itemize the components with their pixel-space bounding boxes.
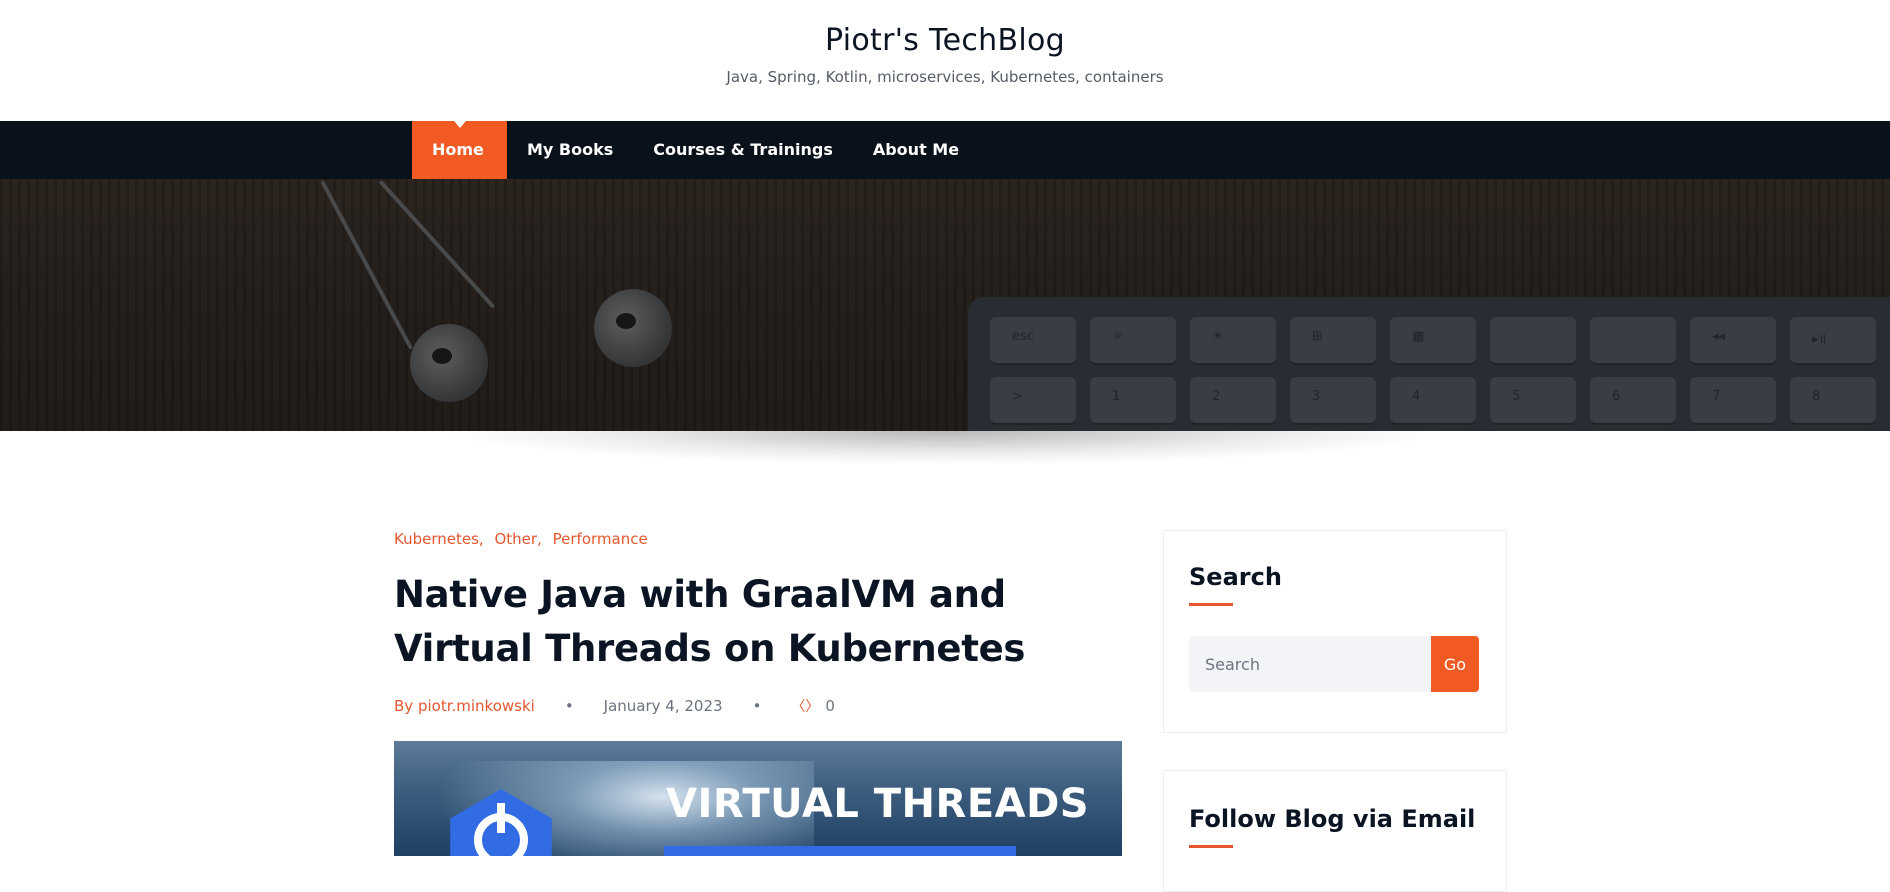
search-widget: Search Go: [1163, 530, 1507, 733]
category-separator: ,: [537, 530, 542, 548]
search-input[interactable]: [1189, 636, 1431, 692]
site-header: Piotr's TechBlog Java, Spring, Kotlin, m…: [0, 0, 1890, 121]
nav-item-label: Courses & Trainings: [653, 140, 833, 159]
site-tagline: Java, Spring, Kotlin, microservices, Kub…: [726, 68, 1164, 86]
hero-banner: esc ☼ ☀ ⊞ ▦ ◂◂ ▸॥ > 1 2 3 4 5 6 7 8: [0, 179, 1890, 431]
featured-image[interactable]: VIRTUAL THREADS: [394, 741, 1122, 856]
category-link[interactable]: Kubernetes: [394, 530, 479, 548]
category-separator: ,: [478, 530, 484, 548]
meta-separator: •: [752, 697, 762, 715]
meta-separator: •: [564, 697, 574, 715]
post-date: January 4, 2023: [603, 697, 723, 715]
main-nav: Home My Books Courses & Trainings About …: [0, 121, 1890, 179]
hero-overlay: [0, 179, 1890, 431]
nav-item-courses-trainings[interactable]: Courses & Trainings: [633, 121, 853, 179]
featured-image-bar: [664, 846, 1016, 856]
title-underline: [1189, 845, 1233, 848]
category-link[interactable]: Performance: [553, 530, 648, 548]
nav-item-my-books[interactable]: My Books: [507, 121, 633, 179]
active-caret-icon: [454, 121, 466, 128]
title-underline: [1189, 603, 1233, 606]
comments-count[interactable]: 0: [825, 697, 835, 715]
nav-item-home[interactable]: Home: [412, 121, 507, 179]
nav-item-label: About Me: [872, 140, 960, 159]
post-author-link[interactable]: piotr.minkowski: [418, 697, 535, 715]
author-prefix: By: [394, 697, 414, 715]
nav-item-about-me[interactable]: About Me: [853, 121, 979, 179]
featured-image-headline: VIRTUAL THREADS: [666, 781, 1090, 827]
search-go-button[interactable]: Go: [1431, 636, 1479, 692]
site-title[interactable]: Piotr's TechBlog: [0, 23, 1890, 58]
nav-list: Home My Books Courses & Trainings About …: [412, 121, 979, 179]
category-link[interactable]: Other: [494, 530, 537, 548]
nav-item-label: My Books: [527, 140, 614, 159]
widget-title: Follow Blog via Email: [1189, 805, 1476, 833]
hero-shadow: [440, 431, 1450, 465]
follow-email-widget: Follow Blog via Email: [1163, 770, 1507, 892]
widget-title: Search: [1189, 563, 1282, 591]
post-categories: Kubernetes, Other, Performance: [394, 530, 1122, 548]
post-title[interactable]: Native Java with GraalVM and Virtual Thr…: [394, 568, 1122, 676]
nav-item-label: Home: [432, 140, 484, 159]
post-article: Kubernetes, Other, Performance Native Ja…: [394, 530, 1122, 856]
comment-icon[interactable]: 〈〉: [791, 696, 819, 716]
post-meta: By piotr.minkowski • January 4, 2023 • 〈…: [394, 696, 1122, 716]
